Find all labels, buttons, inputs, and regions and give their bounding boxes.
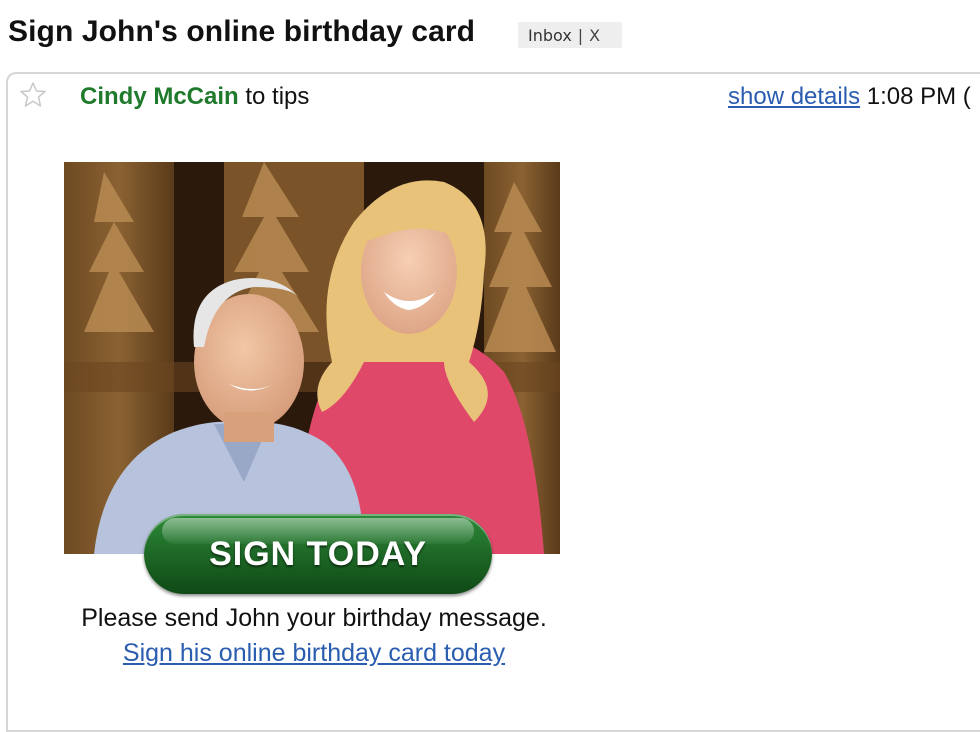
sign-card-link[interactable]: Sign his online birthday card today xyxy=(123,639,505,667)
label-separator: | xyxy=(577,25,584,45)
remove-label-button[interactable]: X xyxy=(589,26,600,45)
inbox-label-chip[interactable]: Inbox | X xyxy=(518,22,622,48)
card-link-container: Sign his online birthday card today xyxy=(8,639,620,668)
message-card: Cindy McCain to tips show details 1:08 P… xyxy=(6,72,980,732)
star-icon[interactable] xyxy=(18,80,48,110)
sign-today-label: SIGN TODAY xyxy=(209,534,427,573)
subject-bar: Sign John's online birthday card Inbox |… xyxy=(0,0,980,68)
sender-name[interactable]: Cindy McCain xyxy=(80,83,239,110)
show-details-link[interactable]: show details xyxy=(728,83,860,110)
email-subject: Sign John's online birthday card xyxy=(8,15,476,48)
sign-today-button[interactable]: SIGN TODAY xyxy=(144,514,492,594)
message-text: Please send John your birthday message. xyxy=(81,604,547,632)
message-header: Cindy McCain to tips xyxy=(80,83,309,111)
portrait-photo-icon xyxy=(64,162,560,554)
inbox-label[interactable]: Inbox xyxy=(518,26,572,45)
recipient-text: to tips xyxy=(245,83,310,110)
message-meta: show details 1:08 PM ( xyxy=(728,83,971,111)
message-time: 1:08 PM ( xyxy=(866,83,971,110)
